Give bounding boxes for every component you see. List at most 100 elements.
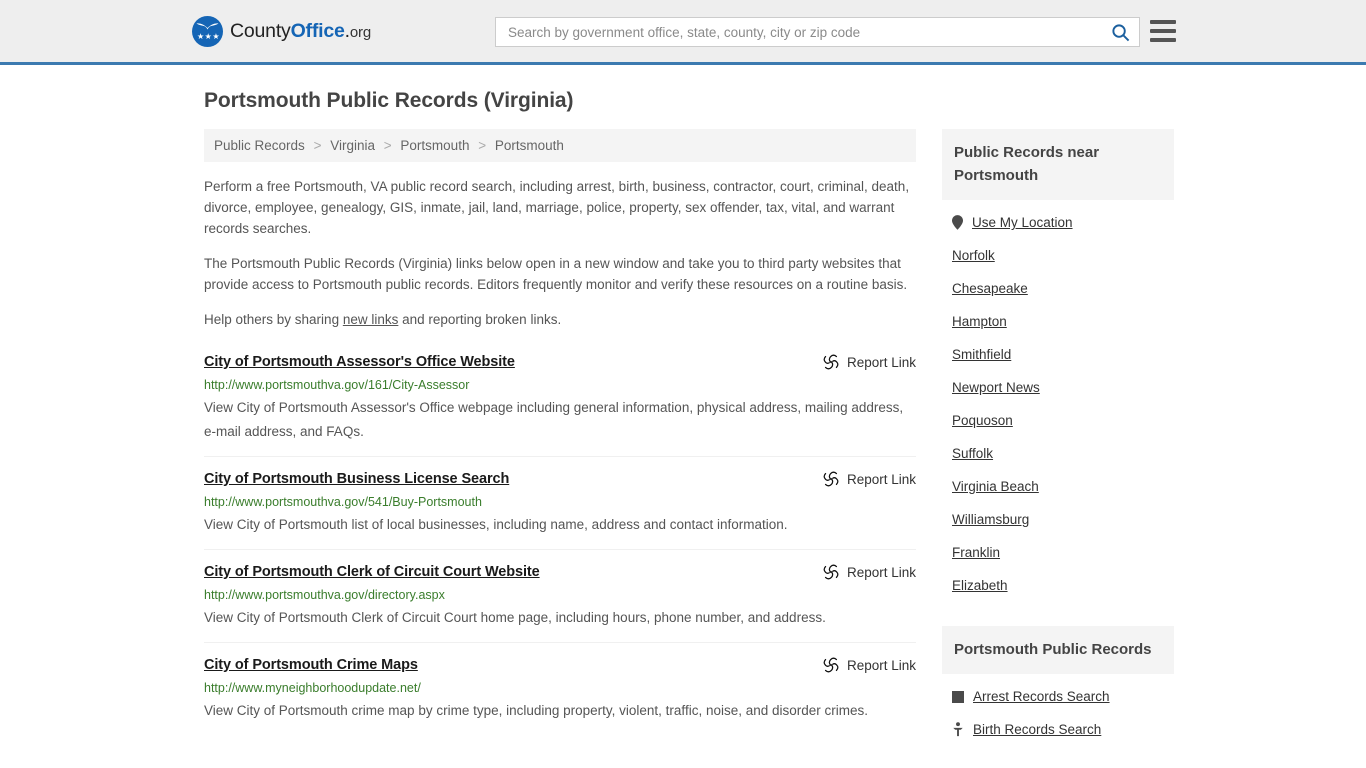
report-link-label: Report Link [846, 564, 916, 580]
result-title-link[interactable]: City of Portsmouth Business License Sear… [204, 471, 509, 487]
search-icon [1111, 23, 1129, 41]
sidebar-place-virginia-beach[interactable]: Virginia Beach [952, 470, 1174, 503]
report-link-button[interactable]: Report Link [823, 471, 916, 487]
sidebar-arrest-records-search[interactable]: Arrest Records Search [952, 680, 1174, 713]
result-header: City of Portsmouth Clerk of Circuit Cour… [204, 564, 916, 580]
hamburger-menu-icon[interactable] [1150, 20, 1176, 42]
intro-share-prefix: Help others by sharing [204, 312, 343, 327]
site-logo[interactable]: ★★★ CountyOffice.org [192, 15, 371, 47]
results-list: City of Portsmouth Assessor's Office Web… [204, 352, 916, 735]
result-title-link[interactable]: City of Portsmouth Clerk of Circuit Cour… [204, 564, 540, 580]
breadcrumb: Public Records > Virginia > Portsmouth >… [204, 129, 916, 162]
search-button[interactable] [1109, 21, 1131, 43]
sidebar-place-chesapeake[interactable]: Chesapeake [952, 272, 1174, 305]
search-input[interactable] [506, 19, 1109, 45]
breadcrumb-separator: > [313, 138, 322, 153]
broken-link-icon [823, 657, 839, 673]
sidebar-records-box: Portsmouth Public Records Arrest Records… [942, 626, 1174, 746]
main-content: Public Records > Virginia > Portsmouth >… [204, 129, 916, 735]
intro-share-suffix: and reporting broken links. [398, 312, 562, 327]
birth-records-icon [953, 722, 963, 737]
page-container: Portsmouth Public Records (Virginia) Pub… [0, 89, 1366, 750]
sidebar-place-elizabeth[interactable]: Elizabeth [952, 569, 1174, 602]
result-url: http://www.portsmouthva.gov/directory.as… [204, 588, 445, 602]
map-pin-icon [952, 215, 963, 230]
report-link-label: Report Link [846, 354, 916, 370]
search-bar[interactable] [495, 17, 1140, 47]
sidebar-place-label[interactable]: Newport News [952, 380, 1040, 395]
result-description: View City of Portsmouth list of local bu… [204, 517, 788, 532]
sidebar-place-smithfield[interactable]: Smithfield [952, 338, 1174, 371]
sidebar-place-label[interactable]: Elizabeth [952, 578, 1008, 593]
sidebar-near-list: Use My Location Norfolk Chesapeake Hampt… [942, 200, 1174, 602]
result-description: View City of Portsmouth crime map by cri… [204, 703, 869, 718]
broken-link-icon [823, 564, 839, 580]
sidebar-record-label[interactable]: Birth Records Search [973, 722, 1101, 737]
result-description: View City of Portsmouth Assessor's Offic… [204, 400, 904, 439]
sidebar-place-poquoson[interactable]: Poquoson [952, 404, 1174, 437]
sidebar-place-label[interactable]: Poquoson [952, 413, 1013, 428]
logo-text-county: County [230, 19, 291, 42]
sidebar-near-heading: Public Records near Portsmouth [942, 129, 1174, 200]
sidebar-near-box: Public Records near Portsmouth Use My Lo… [942, 129, 1174, 602]
sidebar-place-label[interactable]: Williamsburg [952, 512, 1029, 527]
new-links-link[interactable]: new links [343, 312, 399, 327]
breadcrumb-separator: > [478, 138, 487, 153]
sidebar-records-list: Arrest Records Search Birth Records Sear… [942, 674, 1174, 746]
breadcrumb-item-2[interactable]: Portsmouth [400, 138, 469, 153]
arrest-records-icon [952, 690, 964, 703]
intro-paragraph-3: Help others by sharing new links and rep… [204, 309, 916, 330]
site-header: ★★★ CountyOffice.org [0, 0, 1366, 65]
broken-link-icon [823, 354, 839, 370]
breadcrumb-item-1[interactable]: Virginia [330, 138, 375, 153]
result-header: City of Portsmouth Crime Maps Report Lin… [204, 657, 916, 673]
result-url: http://www.portsmouthva.gov/161/City-Ass… [204, 378, 470, 392]
result-item: City of Portsmouth Crime Maps Report Lin… [204, 642, 916, 735]
result-item: City of Portsmouth Business License Sear… [204, 456, 916, 549]
sidebar-place-newport-news[interactable]: Newport News [952, 371, 1174, 404]
breadcrumb-item-3[interactable]: Portsmouth [495, 138, 564, 153]
logo-stars: ★★★ [197, 31, 221, 41]
result-description: View City of Portsmouth Clerk of Circuit… [204, 610, 826, 625]
sidebar-records-heading: Portsmouth Public Records [942, 626, 1174, 674]
result-url: http://www.myneighborhoodupdate.net/ [204, 681, 421, 695]
report-link-label: Report Link [846, 657, 916, 673]
result-url: http://www.portsmouthva.gov/541/Buy-Port… [204, 495, 482, 509]
sidebar-place-norfolk[interactable]: Norfolk [952, 239, 1174, 272]
sidebar-record-label[interactable]: Arrest Records Search [973, 689, 1110, 704]
sidebar-place-label[interactable]: Hampton [952, 314, 1007, 329]
result-header: City of Portsmouth Assessor's Office Web… [204, 354, 916, 370]
result-title-link[interactable]: City of Portsmouth Crime Maps [204, 657, 418, 673]
sidebar-place-label[interactable]: Smithfield [952, 347, 1011, 362]
result-item: City of Portsmouth Assessor's Office Web… [204, 352, 916, 456]
breadcrumb-separator: > [383, 138, 392, 153]
sidebar-place-franklin[interactable]: Franklin [952, 536, 1174, 569]
page-title: Portsmouth Public Records (Virginia) [204, 89, 574, 112]
sidebar: Public Records near Portsmouth Use My Lo… [942, 129, 1174, 750]
intro-paragraph-2: The Portsmouth Public Records (Virginia)… [204, 256, 908, 292]
report-link-button[interactable]: Report Link [823, 564, 916, 580]
intro-paragraph-1: Perform a free Portsmouth, VA public rec… [204, 179, 910, 236]
report-link-button[interactable]: Report Link [823, 354, 916, 370]
sidebar-place-hampton[interactable]: Hampton [952, 305, 1174, 338]
breadcrumb-item-0[interactable]: Public Records [214, 138, 305, 153]
sidebar-place-label[interactable]: Suffolk [952, 446, 993, 461]
sidebar-place-label[interactable]: Chesapeake [952, 281, 1028, 296]
sidebar-place-label[interactable]: Virginia Beach [952, 479, 1039, 494]
sidebar-place-label[interactable]: Norfolk [952, 248, 995, 263]
eagle-shield-logo-icon: ★★★ [192, 15, 223, 47]
hamburger-bar [1150, 29, 1176, 33]
result-title-link[interactable]: City of Portsmouth Assessor's Office Web… [204, 354, 515, 370]
broken-link-icon [823, 471, 839, 487]
content-columns: Public Records > Virginia > Portsmouth >… [204, 129, 1174, 750]
sidebar-place-label[interactable]: Franklin [952, 545, 1000, 560]
sidebar-place-suffolk[interactable]: Suffolk [952, 437, 1174, 470]
sidebar-place-williamsburg[interactable]: Williamsburg [952, 503, 1174, 536]
report-link-button[interactable]: Report Link [823, 657, 916, 673]
report-link-label: Report Link [846, 471, 916, 487]
sidebar-use-my-location-label[interactable]: Use My Location [972, 215, 1073, 230]
sidebar-use-my-location[interactable]: Use My Location [952, 206, 1174, 239]
logo-text-org: org [349, 23, 371, 41]
hamburger-bar [1150, 38, 1176, 42]
sidebar-birth-records-search[interactable]: Birth Records Search [952, 713, 1174, 746]
